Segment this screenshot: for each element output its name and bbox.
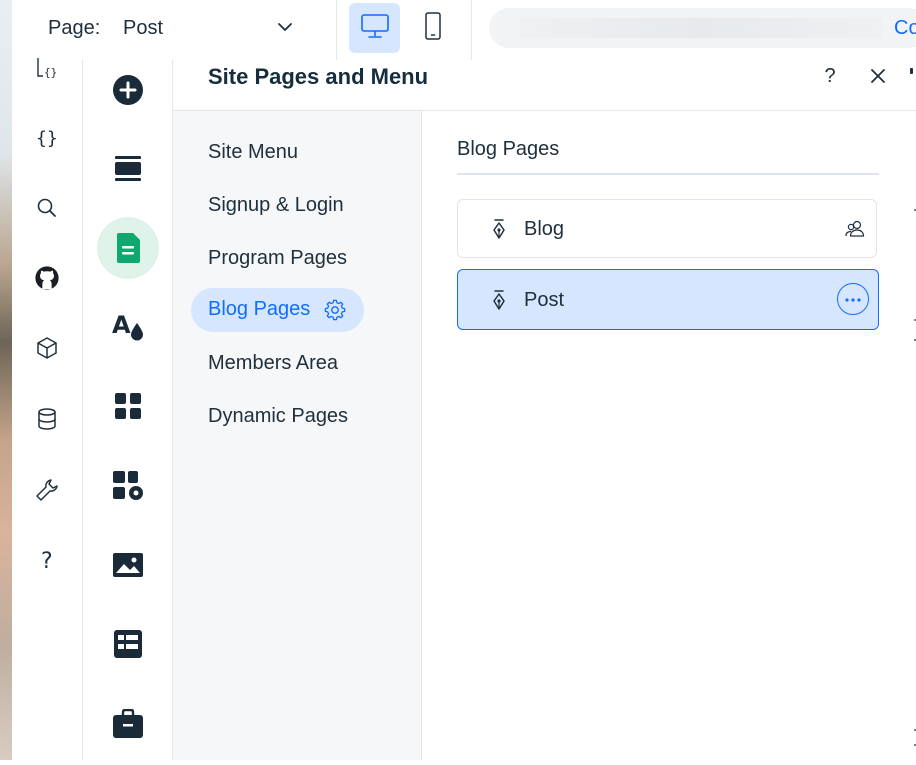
svg-text:A: A	[112, 311, 131, 339]
svg-text:?: ?	[41, 549, 53, 573]
help-icon[interactable]: ?	[34, 547, 60, 573]
page-row-label: Blog	[524, 218, 565, 240]
section-title: Blog Pages	[457, 138, 560, 160]
site-design-icon[interactable]: A	[110, 308, 146, 344]
desktop-view-button[interactable]	[349, 3, 400, 53]
package-icon[interactable]	[34, 335, 60, 361]
curly-braces-icon[interactable]: {}	[34, 125, 60, 151]
edge-handle-icon	[908, 62, 916, 85]
page-row-blog[interactable]: Blog	[457, 199, 877, 258]
close-icon[interactable]	[864, 62, 892, 90]
desktop-icon	[360, 12, 390, 45]
sections-icon[interactable]	[110, 150, 146, 186]
media-icon[interactable]	[110, 547, 146, 583]
mobile-view-button[interactable]	[410, 3, 456, 53]
menu-item-signup-login[interactable]: Signup & Login	[208, 194, 344, 217]
menu-item-dynamic-pages[interactable]: Dynamic Pages	[208, 405, 348, 428]
menu-item-members-area[interactable]: Members Area	[208, 352, 338, 375]
pen-nib-icon	[488, 289, 510, 311]
toolbar-divider	[336, 0, 337, 60]
search-icon[interactable]	[34, 195, 60, 221]
members-icon	[844, 218, 866, 240]
page-code-icon[interactable]: {}	[34, 56, 60, 82]
more-actions-button[interactable]	[837, 283, 869, 315]
editor-panels-rail: A	[83, 60, 173, 760]
chevron-down-icon[interactable]	[274, 16, 296, 38]
mobile-icon	[423, 11, 443, 46]
panel-title: Site Pages and Menu	[208, 64, 429, 89]
menu-item-program-pages[interactable]: Program Pages	[208, 247, 347, 270]
pages-menu-icon[interactable]	[110, 230, 146, 266]
apps-icon[interactable]	[110, 388, 146, 424]
toolbar-divider	[471, 0, 472, 60]
svg-text:{}: {}	[36, 128, 58, 149]
page-selector-value[interactable]: Post	[123, 17, 163, 40]
dev-tools-rail: {} {} ?	[12, 58, 83, 760]
background-photo-strip	[0, 0, 12, 760]
add-elements-icon[interactable]	[110, 72, 146, 108]
page-row-label: Post	[524, 289, 565, 311]
pen-nib-icon	[488, 218, 510, 240]
menu-item-blog-pages-label[interactable]: Blog Pages	[208, 298, 310, 321]
svg-text:{}: {}	[44, 66, 57, 79]
database-icon[interactable]	[34, 406, 60, 432]
more-horizontal-icon	[844, 290, 862, 308]
cms-icon[interactable]	[110, 626, 146, 662]
gear-icon[interactable]	[324, 299, 346, 321]
menu-item-site-menu[interactable]: Site Menu	[208, 141, 298, 164]
page-row-post[interactable]: Post	[457, 269, 879, 330]
portfolio-icon[interactable]	[110, 706, 146, 742]
panel-help-button[interactable]: ?	[816, 62, 844, 90]
business-apps-icon[interactable]	[110, 468, 146, 504]
connect-domain-link[interactable]: Co	[894, 17, 916, 40]
github-icon[interactable]	[34, 265, 60, 291]
wrench-icon[interactable]	[34, 477, 60, 503]
section-divider	[457, 173, 879, 175]
page-selector-label: Page:	[48, 17, 101, 39]
canvas-edge-marks	[910, 200, 916, 760]
site-url-redacted	[520, 18, 882, 38]
